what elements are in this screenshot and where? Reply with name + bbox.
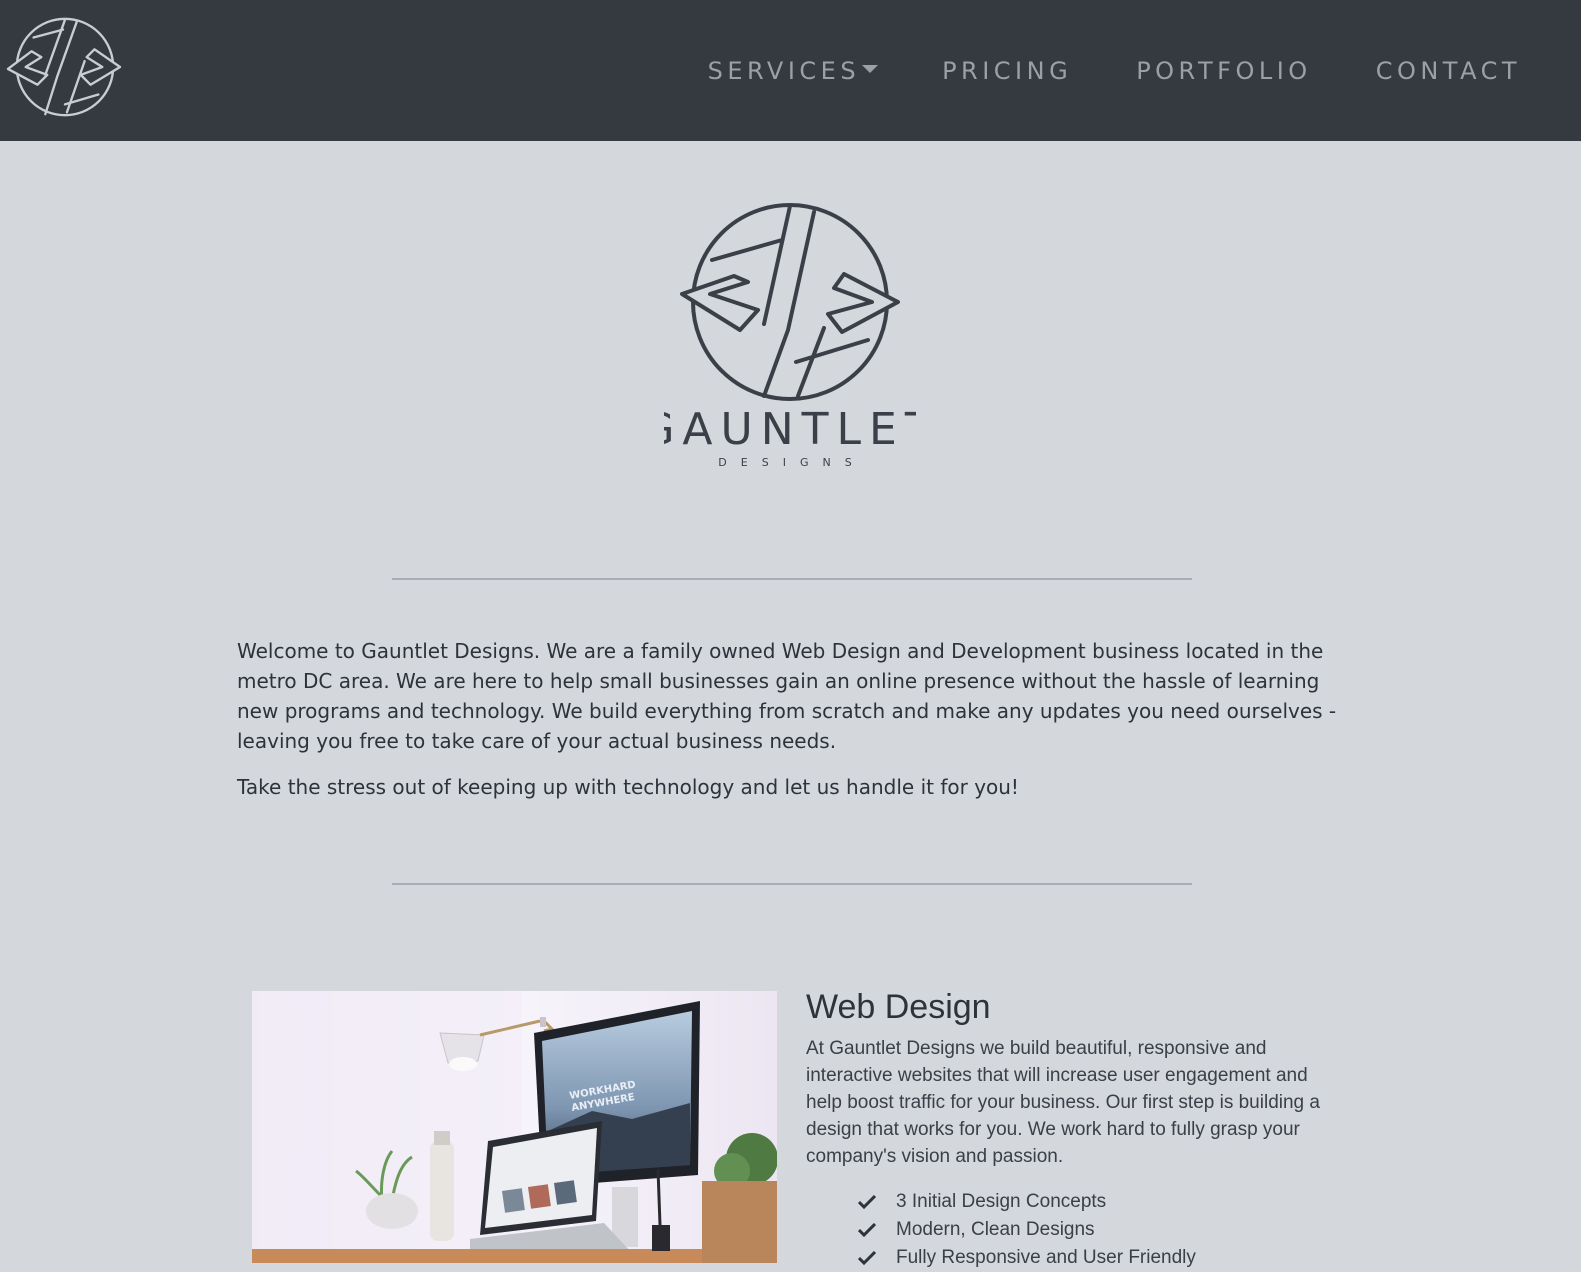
nav-links: SERVICES PRICING PORTFOLIO CONTACT — [708, 0, 1581, 141]
nav-services-link[interactable]: SERVICES — [707, 56, 879, 85]
navbar: SERVICES PRICING PORTFOLIO CONTACT — [0, 0, 1581, 141]
gauntlet-designs-logo: GAUNTLET DESIGNS — [664, 203, 916, 469]
list-item: Modern, Clean Designs — [858, 1216, 1346, 1244]
logo-tagline: DESIGNS — [718, 456, 865, 469]
nav-services-label: SERVICES — [707, 56, 861, 85]
feature-label: Modern, Clean Designs — [896, 1219, 1095, 1240]
web-design-title: Web Design — [806, 988, 991, 1026]
web-design-feature-list: 3 Initial Design Concepts Modern, Clean … — [858, 1188, 1346, 1272]
intro-paragraph-1: Welcome to Gauntlet Designs. We are a fa… — [237, 639, 1337, 753]
section-divider — [392, 578, 1192, 580]
list-item: 3 Initial Design Concepts — [858, 1188, 1346, 1216]
nav-portfolio-link[interactable]: PORTFOLIO — [1136, 57, 1312, 85]
nav-pricing-link[interactable]: PRICING — [942, 57, 1072, 85]
web-design-description: At Gauntlet Designs we build beautiful, … — [806, 1038, 1320, 1167]
web-design-section: Web Design At Gauntlet Designs we build … — [806, 988, 1346, 1272]
section-divider — [392, 883, 1192, 885]
intro-paragraph-2: Take the stress out of keeping up with t… — [237, 775, 1019, 799]
feature-label: 3 Initial Design Concepts — [896, 1191, 1107, 1212]
nav-contact-link[interactable]: CONTACT — [1376, 57, 1521, 85]
list-item: Fully Responsive and User Friendly — [858, 1244, 1346, 1272]
checkmark-icon — [858, 1223, 876, 1237]
gauntlet-monogram-icon[interactable] — [4, 15, 122, 119]
web-design-image: WORKHARD ANYWHERE — [252, 991, 777, 1263]
chevron-down-icon — [862, 64, 879, 73]
checkmark-icon — [858, 1195, 876, 1209]
logo-wordmark: GAUNTLET — [664, 404, 916, 455]
feature-label: Fully Responsive and User Friendly — [896, 1247, 1196, 1268]
intro-section: Welcome to Gauntlet Designs. We are a fa… — [237, 636, 1347, 818]
